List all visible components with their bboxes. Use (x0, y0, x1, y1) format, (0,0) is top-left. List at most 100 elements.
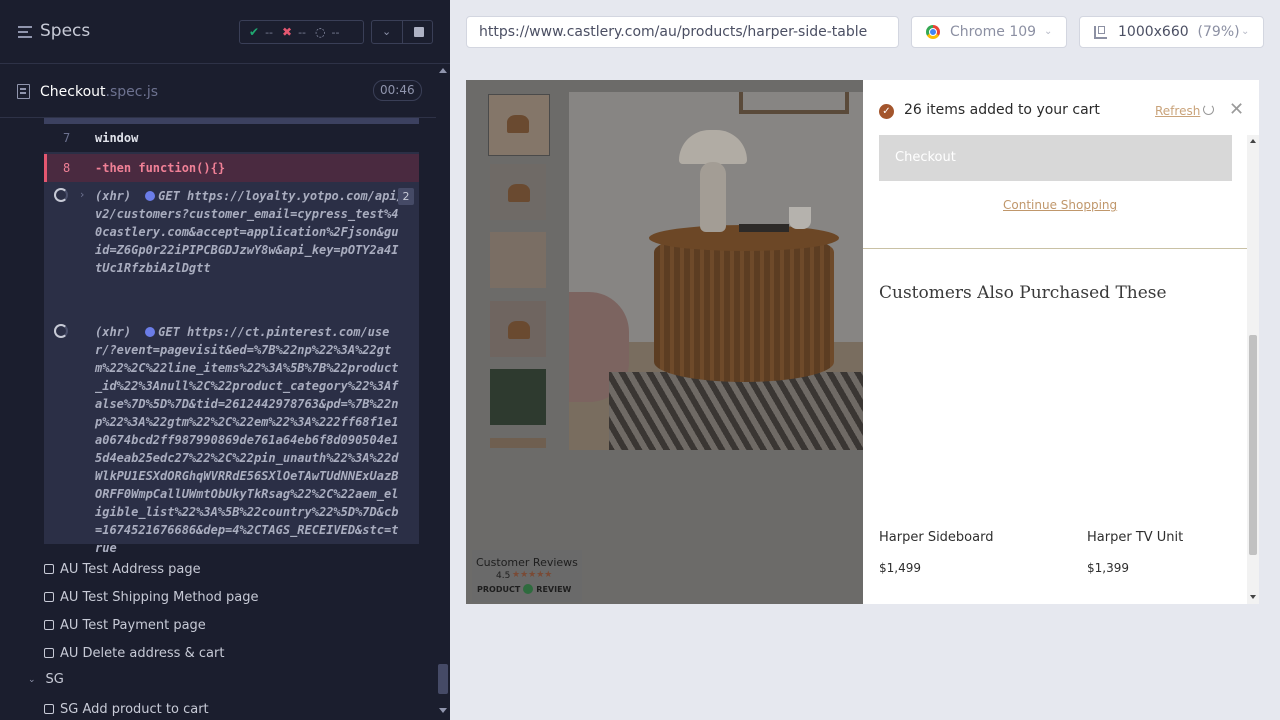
scroll-down-icon[interactable] (1250, 595, 1256, 599)
spec-ext: .spec.js (105, 84, 159, 100)
loading-spinner-icon (54, 324, 68, 338)
viewport-zoom: (79%) (1197, 24, 1240, 40)
run-stats: ✔ -- ✖ -- ◌ -- (239, 20, 364, 44)
reviews-title: Customer Reviews (476, 556, 578, 569)
spec-header: Checkout.spec.js (0, 64, 436, 118)
reviews-rating: 4.5 (496, 571, 511, 581)
passed-icon: ✔ (249, 25, 260, 39)
chevron-down-icon: ⌄ (1241, 26, 1250, 37)
xhr-text: (xhr) GET https://ct.pinterest.com/user/?… (95, 323, 405, 557)
app-under-test: Customer Reviews 4.5 ★★★★★ PRODUCT REVIEW… (466, 80, 1259, 604)
xhr-url: https://ct.pinterest.com/user/?event=pag… (95, 325, 399, 555)
test-title: AU Test Payment page (60, 617, 206, 633)
test-item[interactable]: AU Test Address page (44, 559, 201, 579)
test-item[interactable]: AU Delete address & cart (44, 643, 224, 663)
suite-title: SG (45, 672, 64, 687)
xhr-url: https://loyalty.yotpo.com/api/v2/custome… (95, 189, 404, 275)
product-thumbnail[interactable] (490, 369, 546, 425)
command-number: 7 (63, 131, 71, 145)
loading-spinner-icon (54, 188, 68, 202)
browser-label: Chrome 109 (950, 24, 1037, 40)
menu-icon[interactable] (18, 26, 32, 38)
pending-count: -- (331, 25, 340, 39)
status-dot-icon (145, 191, 156, 201)
command-row-failed[interactable]: 8 -then function(){} (44, 154, 419, 182)
stop-icon[interactable] (414, 27, 424, 37)
test-item[interactable]: AU Test Payment page (44, 615, 206, 635)
product-price: $1,499 (879, 561, 921, 575)
caret-right-icon[interactable]: › (80, 188, 84, 201)
cart-drawer: ✓ 26 items added to your cart Refresh ✕ … (863, 80, 1259, 604)
scroll-up-icon[interactable] (439, 68, 447, 73)
refresh-link[interactable]: Refresh (1155, 104, 1200, 118)
chevron-down-icon[interactable]: ⌄ (382, 25, 391, 38)
test-title: AU Test Shipping Method page (60, 589, 259, 605)
test-item[interactable]: AU Test Shipping Method page (44, 587, 258, 607)
chrome-icon (926, 25, 940, 39)
recommended-product[interactable]: Harper TV Unit $1,399 (1087, 530, 1184, 575)
close-icon[interactable]: ✕ (1229, 100, 1244, 120)
xhr-log-row[interactable]: (xhr) GET https://ct.pinterest.com/user/?… (44, 320, 419, 555)
product-hero-image (569, 92, 863, 450)
scrollbar-thumb[interactable] (438, 664, 448, 694)
drawer-scrollbar[interactable] (1247, 135, 1259, 604)
checkout-button[interactable]: Checkout (879, 135, 1232, 181)
test-title: AU Test Address page (60, 561, 201, 577)
xhr-log-row[interactable]: › (xhr) GET https://loyalty.yotpo.com/api… (44, 184, 419, 320)
chevron-down-icon: ⌄ (28, 674, 36, 685)
browser-selector[interactable]: Chrome 109 ⌄ (911, 16, 1067, 48)
refresh-icon[interactable] (1203, 104, 1214, 115)
scroll-up-icon[interactable] (1250, 139, 1256, 143)
ruler-icon (1094, 26, 1107, 39)
viewport-selector[interactable]: 1000x660 (79%) ⌄ (1079, 16, 1264, 48)
document-icon (17, 84, 30, 99)
test-title: AU Delete address & cart (60, 645, 225, 661)
scroll-down-icon[interactable] (439, 708, 447, 713)
product-thumbnail[interactable] (490, 438, 546, 448)
suite-sg[interactable]: ⌄ SG (28, 672, 64, 687)
xhr-method: GET (158, 325, 180, 339)
star-rating-icon: ★★★★★ (512, 570, 553, 580)
continue-shopping-link[interactable]: Continue Shopping (1003, 198, 1117, 212)
product-name: Harper TV Unit (1087, 530, 1184, 545)
test-item[interactable]: SG Add product to cart (44, 699, 209, 719)
xhr-label: (xhr) (95, 325, 132, 339)
command-text: window (95, 131, 139, 145)
run-duration: 00:46 (373, 80, 422, 101)
chevron-down-icon: ⌄ (1044, 26, 1053, 37)
product-name: Harper Sideboard (879, 530, 994, 545)
xhr-method: GET (158, 189, 180, 203)
url-bar[interactable]: https://www.castlery.com/au/products/har… (466, 16, 899, 48)
also-purchased-heading: Customers Also Purchased These (879, 283, 1167, 303)
runner-panel: Specs ✔ -- ✖ -- ◌ -- ⌄ Checkout.spec.js 00:… (0, 0, 450, 720)
divider (863, 248, 1259, 249)
test-title: SG Add product to cart (60, 701, 209, 717)
test-status-icon (44, 704, 54, 714)
runner-topbar: Specs ✔ -- ✖ -- ◌ -- ⌄ (0, 0, 450, 64)
command-log: 7 window 8 -then function(){} › (xhr) GET… (44, 118, 419, 555)
recommended-product[interactable]: Harper Sideboard $1,499 (879, 530, 994, 575)
scrollbar-thumb[interactable] (1249, 335, 1257, 555)
product-review-logo: PRODUCT REVIEW (477, 584, 572, 594)
status-dot-icon (145, 327, 156, 337)
product-price: $1,399 (1087, 561, 1129, 575)
failed-icon: ✖ (282, 25, 293, 39)
command-text: -then function(){} (95, 161, 226, 175)
runner-scrollbar[interactable] (436, 64, 450, 720)
product-thumbnail[interactable] (490, 164, 546, 220)
test-status-icon (44, 592, 54, 602)
spec-title[interactable]: Checkout.spec.js (40, 84, 158, 100)
run-controls: ⌄ (371, 20, 433, 44)
viewport-size: 1000x660 (1118, 24, 1189, 40)
customer-reviews-widget[interactable]: Customer Reviews 4.5 ★★★★★ PRODUCT REVIEW (472, 550, 582, 602)
specs-title[interactable]: Specs (40, 21, 90, 41)
product-thumbnail[interactable] (490, 301, 546, 357)
xhr-label: (xhr) (95, 189, 132, 203)
xhr-text: (xhr) GET https://loyalty.yotpo.com/api/v… (95, 187, 405, 277)
command-row[interactable]: 7 window (44, 124, 419, 152)
product-thumbnail[interactable] (488, 94, 550, 156)
product-page-overlay[interactable]: Customer Reviews 4.5 ★★★★★ PRODUCT REVIEW (466, 80, 863, 604)
test-status-icon (44, 564, 54, 574)
product-thumbnail[interactable] (490, 232, 546, 288)
check-circle-icon: ✓ (879, 104, 894, 119)
